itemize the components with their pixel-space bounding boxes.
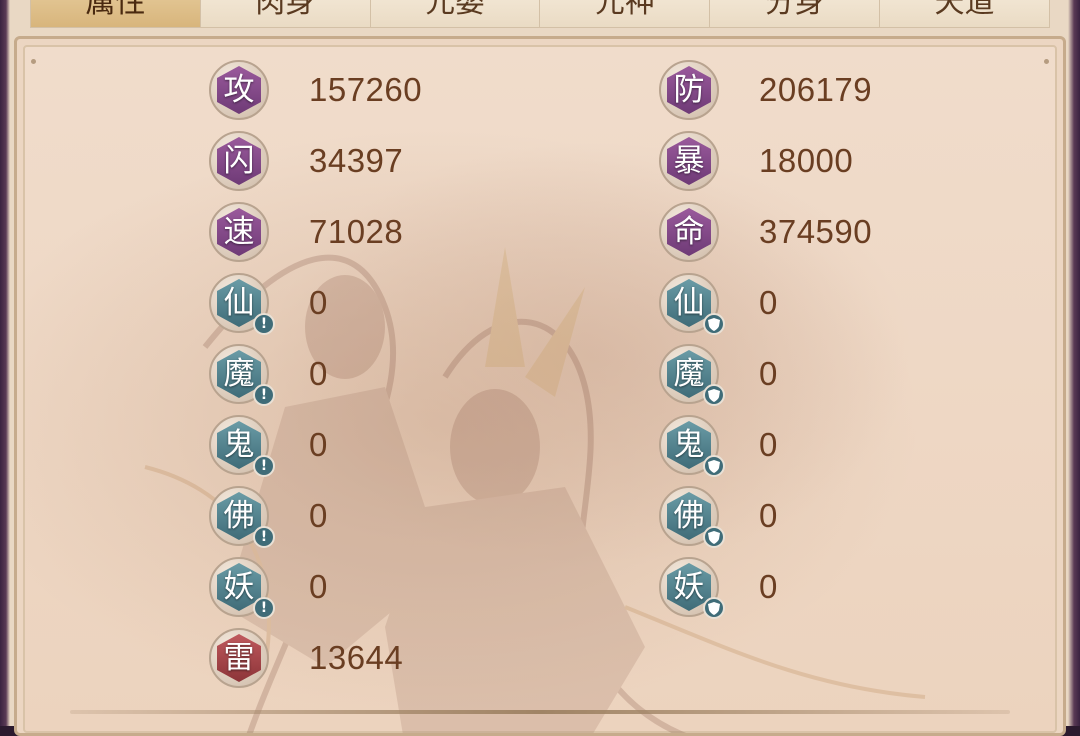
stat-value: 0: [309, 284, 328, 321]
stat-row: 闪 34397: [209, 129, 403, 193]
stat-glyph: 攻: [217, 66, 261, 114]
stat-badge[interactable]: 佛: [659, 486, 725, 548]
stat-row: 仙! 0: [209, 271, 328, 335]
stat-badge[interactable]: 命: [659, 202, 719, 262]
stat-value: 0: [759, 284, 778, 321]
attributes-panel: [14, 36, 1066, 736]
stat-row: 攻 157260: [209, 58, 422, 122]
stat-badge[interactable]: 鬼: [659, 415, 725, 477]
attack-mark-icon: !: [253, 384, 275, 406]
stat-value: 0: [309, 426, 328, 463]
attack-mark-icon: !: [253, 526, 275, 548]
stat-value: 0: [309, 568, 328, 605]
stat-row: 仙0: [659, 271, 778, 335]
stat-glyph: 闪: [217, 137, 261, 185]
stat-row: 速 71028: [209, 200, 403, 264]
stat-row: 魔! 0: [209, 342, 328, 406]
bottom-divider: [70, 710, 1010, 714]
panel-rivet: [1044, 59, 1049, 64]
stat-value: 206179: [759, 71, 873, 108]
stat-badge[interactable]: 闪: [209, 131, 269, 191]
stat-row: 佛! 0: [209, 484, 328, 548]
stat-row: 妖! 0: [209, 555, 328, 619]
tab-yuanying[interactable]: 元婴: [370, 0, 541, 28]
tab-attributes[interactable]: 属性: [30, 0, 201, 28]
attack-mark-icon: !: [253, 597, 275, 619]
shield-icon: [703, 526, 725, 548]
stat-glyph: 命: [667, 208, 711, 256]
stat-value: 34397: [309, 142, 404, 179]
tab-heavenly-dao[interactable]: 天道: [880, 0, 1050, 28]
stat-badge[interactable]: 仙: [659, 273, 725, 335]
stat-row: 命 374590: [659, 200, 872, 264]
stat-value: 157260: [309, 71, 423, 108]
shield-icon: [703, 597, 725, 619]
stat-value: 71028: [309, 213, 404, 250]
stat-value: 0: [309, 355, 328, 392]
tab-yuanshen[interactable]: 元神: [540, 0, 711, 28]
stat-row: 妖0: [659, 555, 778, 619]
stat-badge[interactable]: 妖!: [209, 557, 275, 619]
stat-badge[interactable]: 防: [659, 60, 719, 120]
shield-icon: [703, 455, 725, 477]
stat-badge[interactable]: 鬼!: [209, 415, 275, 477]
stat-badge[interactable]: 魔!: [209, 344, 275, 406]
stat-badge[interactable]: 雷: [209, 628, 269, 688]
stat-badge[interactable]: 速: [209, 202, 269, 262]
stat-row: 暴 18000: [659, 129, 853, 193]
stat-value: 374590: [759, 213, 873, 250]
shield-icon: [703, 313, 725, 335]
stat-badge[interactable]: 仙!: [209, 273, 275, 335]
attack-mark-icon: !: [253, 313, 275, 335]
stat-row: 佛0: [659, 484, 778, 548]
stat-value: 0: [309, 497, 328, 534]
stat-value: 0: [759, 497, 778, 534]
character-background-art: [144, 247, 926, 733]
stat-badge[interactable]: 暴: [659, 131, 719, 191]
stat-row: 鬼0: [659, 413, 778, 477]
stat-badge[interactable]: 妖: [659, 557, 725, 619]
stat-row: 魔0: [659, 342, 778, 406]
stat-row: 鬼! 0: [209, 413, 328, 477]
stat-value: 13644: [309, 639, 404, 676]
stat-glyph: 雷: [217, 634, 261, 682]
panel-inner: [23, 45, 1057, 733]
attack-mark-icon: !: [253, 455, 275, 477]
stat-badge[interactable]: 佛!: [209, 486, 275, 548]
stat-row: 雷 13644: [209, 626, 403, 690]
stat-value: 0: [759, 568, 778, 605]
stat-value: 0: [759, 426, 778, 463]
tab-body[interactable]: 肉身: [200, 0, 371, 28]
tab-bar: 属性 肉身 元婴 元神 分身 天道: [30, 0, 1050, 30]
stat-value: 18000: [759, 142, 854, 179]
panel-rivet: [31, 59, 36, 64]
stat-badge[interactable]: 攻: [209, 60, 269, 120]
stat-glyph: 防: [667, 66, 711, 114]
stat-badge[interactable]: 魔: [659, 344, 725, 406]
stat-glyph: 暴: [667, 137, 711, 185]
shield-icon: [703, 384, 725, 406]
stat-value: 0: [759, 355, 778, 392]
tab-avatar[interactable]: 分身: [710, 0, 881, 28]
stat-row: 防 206179: [659, 58, 872, 122]
stat-glyph: 速: [217, 208, 261, 256]
